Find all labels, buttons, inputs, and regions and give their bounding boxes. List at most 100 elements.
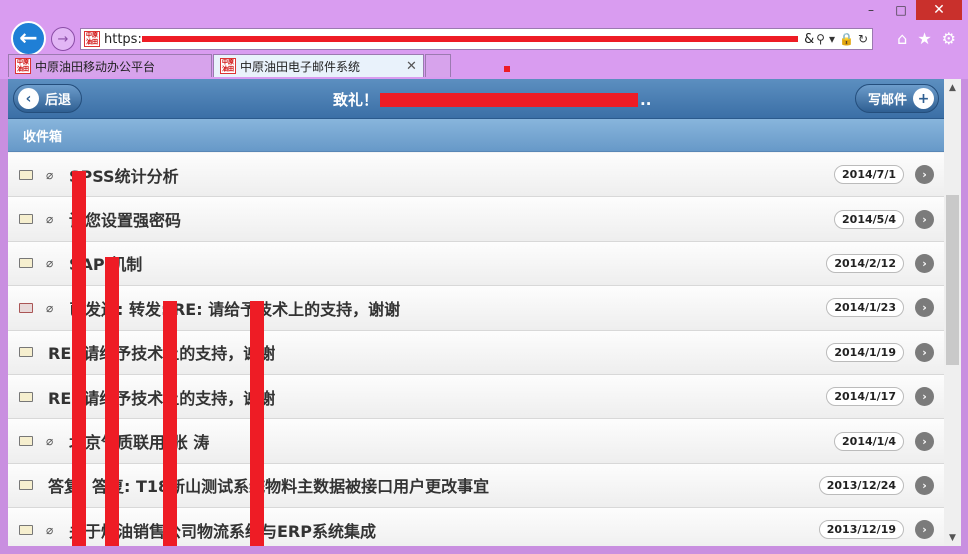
envelope-icon — [19, 436, 33, 447]
forwarded-mail-icon — [19, 302, 33, 313]
message-row[interactable]: ⌀ 关于炼油销售公司物流系统与ERP系统集成 2013/12/19 › — [8, 508, 944, 546]
refresh-icon[interactable]: ↻ — [858, 32, 868, 46]
scroll-up-icon[interactable]: ▲ — [944, 79, 961, 96]
redaction-mark — [504, 66, 510, 72]
scrollbar[interactable]: ▲ ▼ — [944, 79, 961, 546]
message-date: 2014/1/4 — [834, 431, 904, 451]
back-button-label: 后退 — [45, 93, 72, 108]
page-title: 致礼！ .. — [333, 89, 651, 110]
settings-gear-icon[interactable]: ⚙ — [942, 29, 956, 48]
app-header: ‹ 后退 致礼！ .. 写邮件 + — [8, 79, 944, 119]
envelope-icon — [19, 169, 33, 180]
new-tab-button[interactable] — [424, 54, 451, 77]
back-arrow-icon: ← — [19, 25, 38, 51]
window-frame — [961, 79, 968, 554]
message-date: 2014/1/19 — [826, 342, 904, 362]
message-row[interactable]: RE: 请给予技术上的支持，谢谢 2014/1/17 › — [8, 374, 944, 420]
browser-back-button[interactable]: ← — [11, 21, 46, 56]
window-frame — [0, 546, 968, 554]
redaction-bar — [72, 171, 86, 546]
chevron-left-icon: ‹ — [18, 88, 39, 109]
home-icon[interactable]: ⌂ — [897, 29, 907, 48]
message-row[interactable]: ⌀ SAP 机制 2014/2/12 › — [8, 241, 944, 287]
chevron-right-icon[interactable]: › — [915, 475, 934, 495]
chevron-right-icon[interactable]: › — [915, 342, 934, 362]
browser-forward-button[interactable]: → — [51, 27, 75, 51]
message-row[interactable]: ⌀ SPSS统计分析 2014/7/1 › — [8, 153, 944, 198]
envelope-icon — [19, 258, 33, 269]
back-button[interactable]: ‹ 后退 — [13, 84, 83, 113]
message-date: 2014/5/4 — [834, 209, 904, 229]
compose-button-label: 写邮件 — [867, 93, 907, 108]
redaction-bar — [105, 257, 119, 546]
close-window-button[interactable]: ✕ — [916, 0, 962, 20]
attachment-icon: ⌀ — [46, 434, 54, 449]
envelope-icon — [19, 524, 33, 535]
dropdown-icon[interactable]: ▾ — [829, 32, 835, 46]
attachment-icon: ⌀ — [46, 522, 54, 537]
tab-label: 中原油田电子邮件系统 — [240, 59, 361, 74]
tab-email-system[interactable]: 中原油田 中原油田电子邮件系统 ✕ — [213, 54, 424, 77]
chevron-right-icon[interactable]: › — [915, 209, 934, 229]
attachment-icon: ⌀ — [46, 167, 54, 182]
message-date: 2014/7/1 — [834, 165, 904, 185]
chevron-right-icon[interactable]: › — [915, 165, 934, 185]
browser-tabs: 中原油田 中原油田移动办公平台 中原油田 中原油田电子邮件系统 ✕ — [8, 54, 451, 77]
message-date: 2014/2/12 — [826, 253, 904, 273]
chevron-right-icon[interactable]: › — [915, 298, 934, 318]
title-start: 致礼！ — [333, 91, 379, 109]
url-redaction — [142, 36, 799, 42]
chevron-right-icon[interactable]: › — [915, 431, 934, 451]
envelope-icon — [19, 214, 33, 225]
message-subject: 北京气质联用-张 涛 — [69, 433, 210, 453]
redaction-bar — [250, 301, 264, 546]
scroll-down-icon[interactable]: ▼ — [944, 529, 961, 546]
maximize-button[interactable]: □ — [886, 0, 916, 20]
message-row[interactable]: ⌀ 请您设置强密码 2014/5/4 › — [8, 197, 944, 242]
message-date: 2014/1/23 — [826, 298, 904, 318]
tab-mobile-office[interactable]: 中原油田 中原油田移动办公平台 — [8, 54, 213, 77]
url-text[interactable]: https: — [104, 32, 142, 47]
attachment-icon: ⌀ — [46, 212, 54, 227]
tab-favicon: 中原油田 — [15, 58, 31, 74]
mail-app: ‹ 后退 致礼！ .. 写邮件 + 收件箱 ⌀ SPSS统计分析 2014/7/1 ›… — [8, 79, 944, 546]
title-redaction — [380, 92, 639, 107]
browser-chrome: – □ ✕ ← → 中原油田 https: & ⚲ ▾ 🔒 ↻ ⌂ ★ ⚙ 中原… — [0, 0, 968, 79]
envelope-icon — [19, 347, 33, 358]
message-row[interactable]: ⌀ 北京气质联用-张 涛 2014/1/4 › — [8, 419, 944, 464]
envelope-icon — [19, 391, 33, 402]
scroll-thumb[interactable] — [946, 195, 959, 365]
redaction-bar — [163, 301, 177, 546]
address-actions: ⚲ ▾ 🔒 ↻ — [816, 32, 872, 46]
message-list: ⌀ SPSS统计分析 2014/7/1 › ⌀ 请您设置强密码 2014/5/4 › ⌀ SAP … — [8, 153, 944, 546]
message-row[interactable]: ⌀ 已发送: 转发: RE: 请给予技术上的支持，谢谢 2014/1/23 › — [8, 286, 944, 331]
forward-arrow-icon: → — [57, 31, 69, 47]
favorites-star-icon[interactable]: ★ — [917, 29, 931, 48]
compose-button[interactable]: 写邮件 + — [854, 84, 939, 113]
chevron-right-icon[interactable]: › — [915, 253, 934, 273]
search-icon[interactable]: ⚲ — [816, 32, 825, 46]
tab-close-icon[interactable]: ✕ — [406, 59, 417, 74]
url-suffix: & — [804, 31, 815, 47]
lock-icon[interactable]: 🔒 — [839, 32, 854, 46]
message-date: 2014/1/17 — [826, 387, 904, 407]
plus-icon: + — [913, 88, 934, 109]
message-row[interactable]: RE: 请给予技术上的支持，谢谢 2014/1/19 › — [8, 330, 944, 375]
folder-header: 收件箱 — [8, 119, 944, 152]
envelope-icon — [19, 480, 33, 491]
message-date: 2013/12/24 — [818, 475, 904, 495]
window-controls: – □ ✕ — [856, 0, 962, 20]
message-date: 2013/12/19 — [818, 520, 904, 540]
chevron-right-icon[interactable]: › — [915, 520, 934, 540]
site-favicon: 中原油田 — [84, 31, 100, 47]
chevron-right-icon[interactable]: › — [915, 387, 934, 407]
attachment-icon: ⌀ — [46, 256, 54, 271]
address-bar[interactable]: 中原油田 https: & ⚲ ▾ 🔒 ↻ — [80, 28, 873, 50]
browser-toolbar: ⌂ ★ ⚙ — [897, 29, 956, 48]
minimize-button[interactable]: – — [856, 0, 886, 20]
folder-title: 收件箱 — [23, 129, 63, 145]
message-row[interactable]: 答复: 答复: T18新山测试系统物料主数据被接口用户更改事宜 2013/12/2… — [8, 463, 944, 509]
tab-favicon: 中原油田 — [220, 58, 237, 74]
attachment-icon: ⌀ — [46, 300, 54, 315]
title-end: .. — [640, 90, 652, 109]
